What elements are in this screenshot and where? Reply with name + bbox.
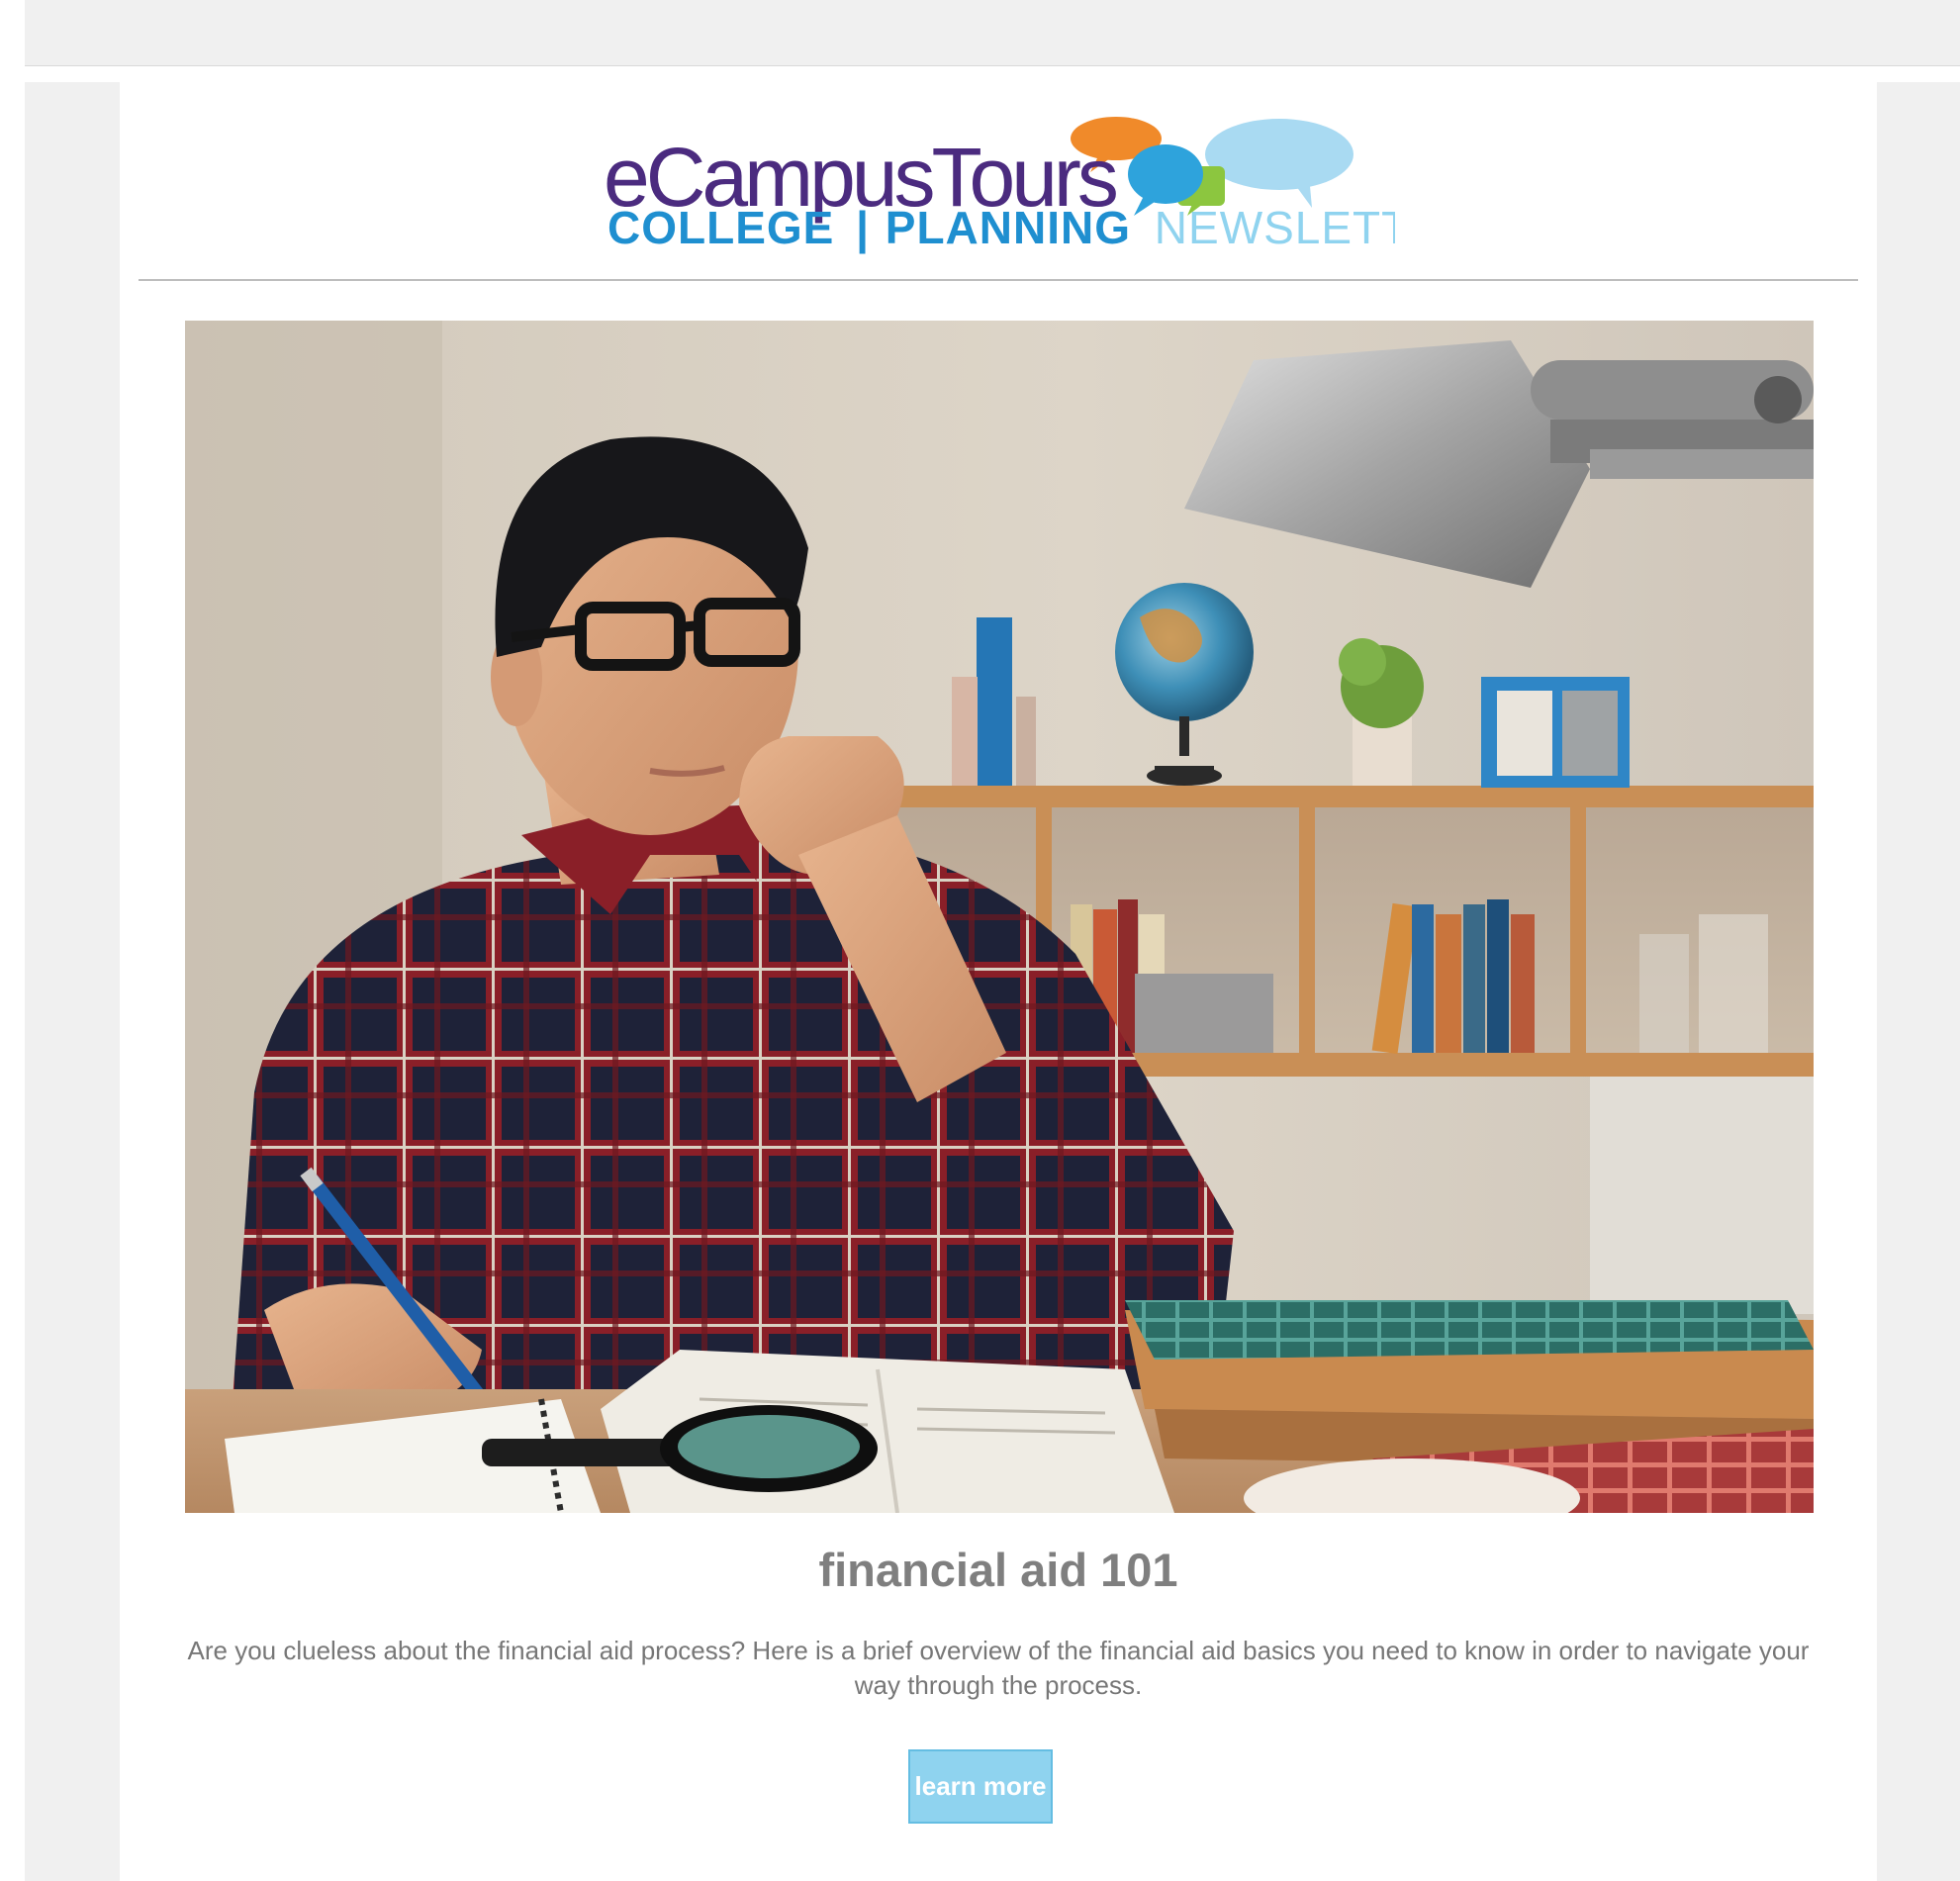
top-bar bbox=[25, 0, 1960, 66]
article-title: financial aid 101 bbox=[818, 1544, 1178, 1596]
svg-text:COLLEGE | PLANNING: COLLEGE | PLANNING NEWSLETTER bbox=[607, 202, 1395, 253]
header-divider bbox=[139, 279, 1858, 281]
ecampustours-logo[interactable]: eCampusTours COLLEGE | PLANNING NEWSLETT… bbox=[604, 117, 1395, 255]
logo-tagline-newsletter: NEWSLETTER bbox=[1155, 202, 1395, 253]
logo-tagline-planning: PLANNING bbox=[886, 202, 1131, 253]
learn-more-button[interactable]: learn more bbox=[908, 1749, 1053, 1824]
hero-image bbox=[185, 321, 1814, 1513]
article-body: Are you clueless about the financial aid… bbox=[187, 1636, 1810, 1700]
logo-tagline-college: COLLEGE bbox=[607, 202, 834, 253]
student-studying-photo-icon bbox=[185, 321, 1814, 1513]
